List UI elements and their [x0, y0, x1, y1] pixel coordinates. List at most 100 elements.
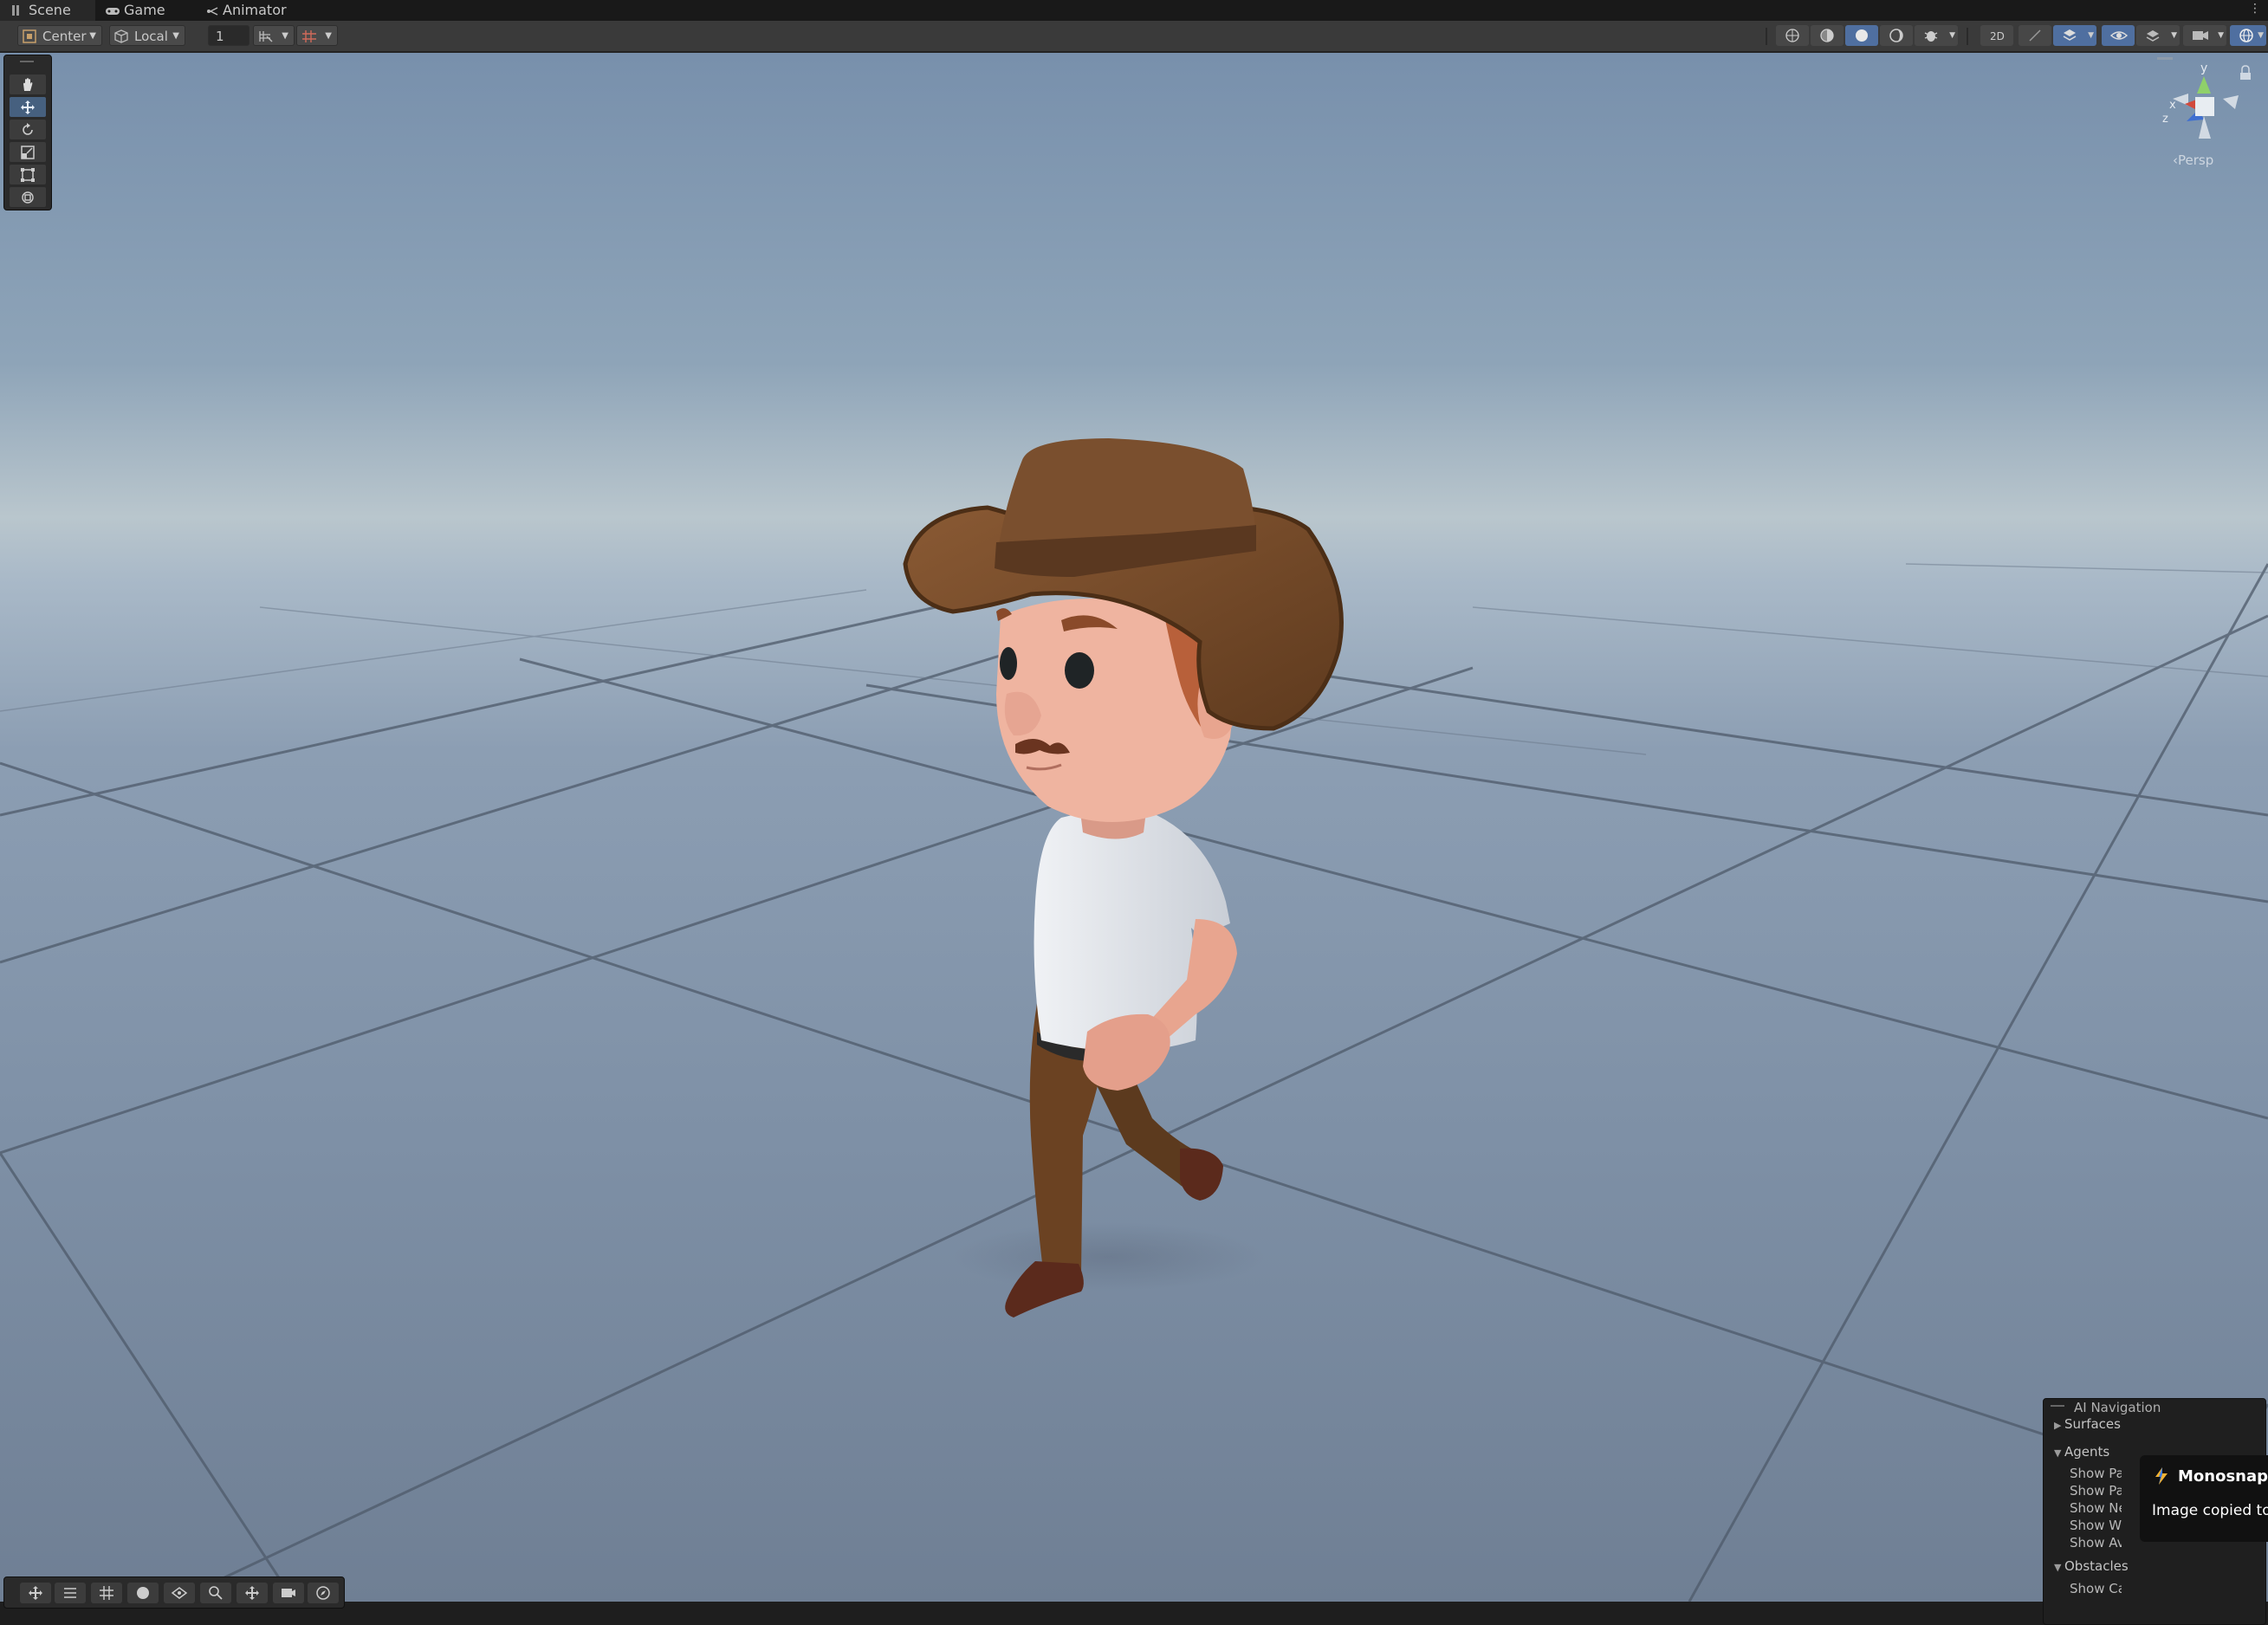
compass-icon [316, 1586, 330, 1600]
unlit-button[interactable] [1880, 25, 1913, 46]
agent-option[interactable]: Show Wa [2070, 1518, 2122, 1533]
shaded-button[interactable] [1845, 25, 1878, 46]
camera-icon [282, 1589, 295, 1597]
agent-option[interactable]: Show Ne [2070, 1500, 2122, 1516]
rect-tool-button[interactable] [10, 165, 46, 185]
stack-icon [2146, 30, 2160, 42]
agent-option[interactable]: Show Avo [2070, 1535, 2122, 1551]
sphere-overlay-button[interactable] [127, 1583, 159, 1603]
monosnap-toast[interactable]: Monosnap Image copied to [2140, 1455, 2268, 1542]
grid-icon [100, 1586, 113, 1600]
2d-icon: 2D [1990, 30, 2005, 42]
gamepad-icon [106, 7, 120, 15]
camera-settings-dropdown[interactable]: ▼ [2183, 25, 2226, 46]
window-tab-bar: Scene Game Animator ⋮ [0, 0, 2268, 21]
tools-overlay-panel [3, 55, 52, 210]
move-overlay-button[interactable] [20, 1583, 51, 1603]
camera-overlay-button[interactable] [273, 1583, 304, 1603]
obstacles-foldout[interactable]: ▼ Obstacles [2054, 1558, 2129, 1574]
grid-visibility-dropdown[interactable]: ▼ [296, 25, 338, 46]
tab-animator-label: Animator [223, 2, 287, 18]
cowboy-character[interactable] [903, 438, 1344, 1317]
visibility-overlay-button[interactable] [164, 1583, 195, 1603]
grid-overlay-button[interactable] [91, 1583, 122, 1603]
wireframe-shading-button[interactable] [1776, 25, 1809, 46]
lighting-toggle-button[interactable] [2019, 25, 2051, 46]
projection-toggle[interactable]: ‹Persp [2173, 152, 2213, 168]
compass-overlay-button[interactable] [308, 1583, 339, 1603]
surfaces-foldout[interactable]: ▶ Surfaces [2054, 1416, 2121, 1432]
chevron-down-icon: ▼ [89, 31, 96, 41]
tab-scene[interactable]: Scene [0, 0, 95, 21]
gizmo-center-cube[interactable] [2195, 97, 2214, 116]
hand-icon [23, 78, 33, 91]
chevron-down-icon: ▼ [2088, 31, 2094, 40]
move-tool-button[interactable] [10, 97, 46, 117]
lock-icon[interactable] [2241, 65, 2250, 73]
pivot-mode-label: Center [42, 29, 87, 44]
scene-toolbar: Center ▼ Local ▼ 1 ▼ ▼ ▼ 2D ▼ ▼ ▼ ▼ [0, 21, 2268, 53]
visibility-icon [171, 1587, 188, 1599]
chevron-down-icon: ▼ [2171, 31, 2177, 40]
toolbar-divider [1967, 28, 1968, 45]
chevron-down-icon: ▼ [2258, 31, 2264, 40]
chevron-down-icon: ▼ [325, 31, 332, 41]
sphere-icon [137, 1587, 149, 1599]
gizmo-neg-x-axis[interactable] [2223, 95, 2239, 109]
toast-message: Image copied to [2152, 1502, 2268, 1519]
2d-toggle-button[interactable]: 2D [1980, 25, 2013, 46]
local-cube-icon [114, 29, 128, 43]
gizmo-y-axis[interactable] [2197, 76, 2211, 94]
rotate-tool-button[interactable] [10, 120, 46, 139]
pivot-rotation-label: Local [134, 29, 168, 44]
shaded-wireframe-icon [1820, 29, 1834, 42]
toast-title: Monosnap [2178, 1467, 2268, 1486]
tab-game[interactable]: Game [106, 0, 165, 21]
snap-increment-dropdown[interactable]: ▼ [253, 25, 295, 46]
scale-tool-button[interactable] [10, 142, 46, 162]
monosnap-logo-icon [2155, 1467, 2168, 1485]
shaded-wireframe-button[interactable] [1811, 25, 1844, 46]
hidden-layers-dropdown[interactable]: ▼ [2136, 25, 2180, 46]
move-icon [21, 100, 35, 114]
scene-menu-icon [12, 5, 19, 16]
rotate-icon [23, 123, 33, 135]
more-options-icon[interactable]: ⋮ [2249, 2, 2261, 16]
gizmos-dropdown[interactable]: ▼ [2230, 25, 2266, 46]
shaded-sphere-icon [1856, 29, 1868, 42]
search-icon [209, 1586, 223, 1600]
pivot-mode-dropdown[interactable]: Center ▼ [17, 25, 102, 46]
snap-overlay-button[interactable] [55, 1583, 86, 1603]
pivot-rotation-dropdown[interactable]: Local ▼ [109, 25, 185, 46]
chevron-down-icon: ▼ [2218, 31, 2224, 40]
overlay-grip[interactable] [2051, 1405, 2064, 1407]
move-icon [29, 1586, 42, 1600]
obstacle-option[interactable]: Show Ca [2070, 1581, 2122, 1596]
snap-icon [259, 31, 273, 42]
effects-dropdown[interactable]: ▼ [2053, 25, 2096, 46]
tab-animator[interactable]: Animator [206, 0, 287, 21]
agent-option[interactable]: Show Pat [2070, 1466, 2122, 1481]
agents-foldout[interactable]: ▼ Agents [2054, 1444, 2109, 1460]
transform-tool-button[interactable] [10, 187, 46, 207]
hand-tool-button[interactable] [10, 74, 46, 94]
chevron-down-icon: ▼ [2054, 1447, 2062, 1459]
animator-icon [207, 6, 218, 16]
agent-option[interactable]: Show Pat [2070, 1483, 2122, 1499]
layers-icon [2063, 29, 2077, 41]
chevron-down-icon: ▼ [282, 31, 288, 41]
grid-size-value: 1 [216, 29, 224, 44]
light-off-icon [2029, 29, 2041, 42]
unlit-sphere-icon [1889, 29, 1903, 42]
toolbar-divider [1766, 28, 1767, 45]
grid-size-input[interactable]: 1 [208, 25, 249, 46]
scene-viewport[interactable] [0, 53, 2268, 1602]
eye-icon [2110, 31, 2128, 40]
pan-overlay-button[interactable] [237, 1583, 268, 1603]
scene-visibility-button[interactable] [2102, 25, 2135, 46]
scene-render [0, 438, 2268, 1602]
move-icon [245, 1586, 259, 1600]
overlay-grip[interactable] [20, 61, 34, 62]
search-overlay-button[interactable] [200, 1583, 231, 1603]
scene-lighting-dropdown[interactable]: ▼ [1915, 25, 1958, 46]
